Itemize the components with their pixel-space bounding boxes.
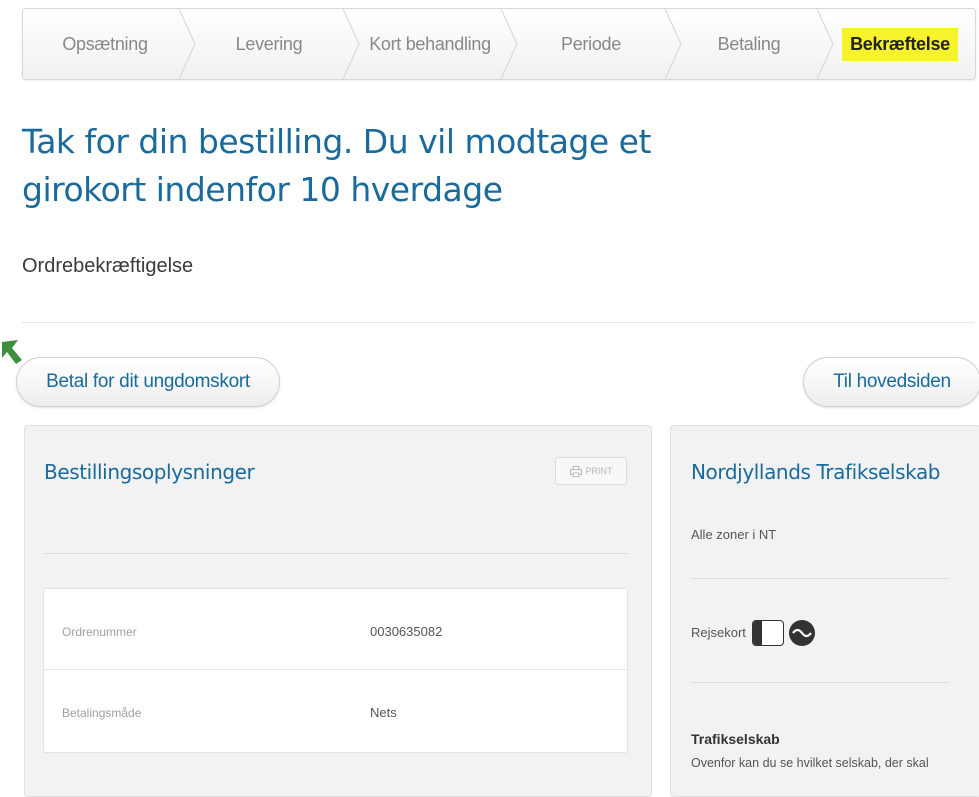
divider <box>690 578 950 579</box>
payment-method-label: Betalingsmåde <box>62 706 142 720</box>
annotation-arrow-icon <box>2 340 22 364</box>
table-row: Ordrenummer 0030635082 <box>44 589 627 669</box>
printer-icon <box>569 465 582 477</box>
order-info-table: Ordrenummer 0030635082 Betalingsmåde Net… <box>43 588 628 753</box>
order-number-value: 0030635082 <box>370 624 443 639</box>
checkout-steps: Opsætning Levering Kort behandling Perio… <box>22 8 976 80</box>
step-label-active: Bekræftelse <box>842 27 958 61</box>
zones-text: Alle zoner i NT <box>691 527 777 542</box>
step-label: Betaling <box>717 33 781 54</box>
home-button[interactable]: Til hovedsiden <box>803 357 979 407</box>
step-opsaetning[interactable]: Opsætning <box>23 9 196 79</box>
section-heading: Trafikselskab <box>691 731 780 747</box>
step-label: Levering <box>235 33 303 54</box>
step-label: Periode <box>561 33 621 54</box>
step-bekraeftelse[interactable]: Bekræftelse <box>825 9 975 79</box>
rejsekort-card-icon <box>752 620 784 646</box>
step-kort-behandling[interactable]: Kort behandling <box>351 9 518 79</box>
step-betaling[interactable]: Betaling <box>673 9 834 79</box>
pay-youth-card-button[interactable]: Betal for dit ungdomskort <box>16 357 280 407</box>
divider <box>22 322 974 323</box>
step-periode[interactable]: Periode <box>509 9 682 79</box>
payment-method-value: Nets <box>370 705 397 720</box>
order-details-heading: Bestillingsoplysninger <box>44 460 255 484</box>
rejsekort-logo-icon <box>789 620 815 646</box>
print-button[interactable]: PRINT <box>555 457 627 485</box>
company-heading: Nordjyllands Trafikselskab <box>691 460 941 484</box>
page-subtitle: Ordrebekræftigelse <box>22 255 194 277</box>
section-text: Ovenfor kan du se hvilket selskab, der s… <box>691 756 929 770</box>
order-number-label: Ordrenummer <box>62 625 137 639</box>
step-levering[interactable]: Levering <box>187 9 360 79</box>
step-label: Opsætning <box>62 33 148 54</box>
divider <box>43 553 628 554</box>
step-label: Kort behandling <box>369 33 491 54</box>
print-label: PRINT <box>585 466 613 476</box>
rejsekort-label: Rejsekort <box>691 625 746 640</box>
page-title: Tak for din bestilling. Du vil modtage e… <box>22 122 651 209</box>
table-row: Betalingsmåde Nets <box>44 669 627 750</box>
divider <box>690 682 950 683</box>
